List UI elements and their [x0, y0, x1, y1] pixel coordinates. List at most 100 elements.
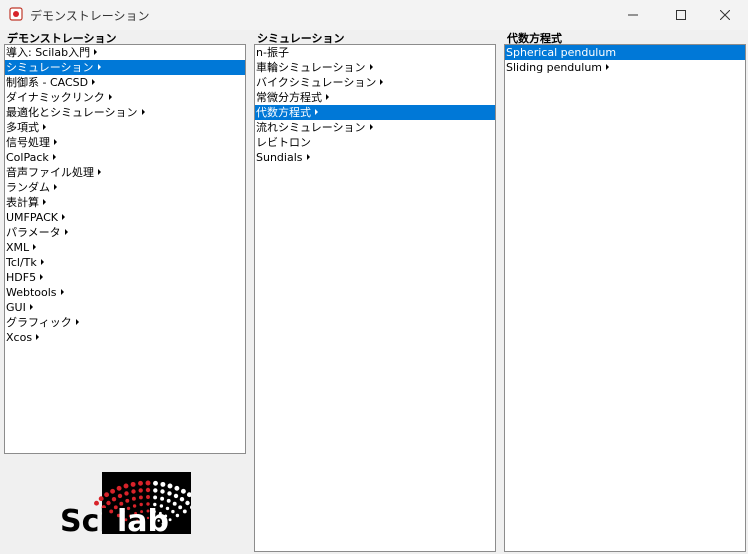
list-item[interactable]: ColPack [5, 150, 245, 165]
logo-dot [131, 489, 136, 494]
list-item-label: ダイナミックリンク [6, 91, 105, 104]
simulation-list[interactable]: n-振子 車輪シミュレーション バイクシミュレーション 常微分方程式 代数方程式 流れシミ… [254, 44, 496, 552]
list-item-label: 音声ファイル処理 [6, 166, 94, 179]
list-item-label: UMFPACK [6, 211, 59, 224]
list-item[interactable]: Sundials [255, 150, 495, 165]
list-item[interactable]: Sliding pendulum [505, 60, 745, 75]
list-item-label: XML [6, 241, 30, 254]
list-item[interactable]: n-振子 [255, 45, 495, 60]
submenu-arrow-icon [64, 229, 68, 235]
list-item-label: 導入: Scilab入門 [6, 46, 91, 59]
list-item-label: Spherical pendulum [506, 46, 617, 59]
logo-dot [116, 485, 122, 491]
list-item[interactable]: パラメータ [5, 225, 245, 240]
minimize-icon [628, 14, 638, 16]
list-item[interactable]: ランダム [5, 180, 245, 195]
list-item-label: 常微分方程式 [256, 91, 322, 104]
list-item[interactable]: Xcos [5, 330, 245, 345]
logo-dot [146, 495, 150, 499]
submenu-arrow-icon [606, 64, 610, 70]
logo-dot [153, 488, 158, 493]
list-item-label: 流れシミュレーション [256, 121, 366, 134]
list-item-label: ColPack [6, 151, 49, 164]
logo-dot [166, 498, 171, 503]
submenu-arrow-icon [54, 139, 57, 145]
list-item-label: パラメータ [6, 226, 61, 239]
maximize-button[interactable] [658, 0, 704, 30]
list-item-label: バイクシミュレーション [256, 76, 377, 89]
list-item[interactable]: HDF5 [5, 270, 245, 285]
logo-dot [173, 493, 179, 499]
list-item[interactable]: 導入: Scilab入門 [5, 45, 245, 60]
list-item-label: 制御系 - CACSD [6, 76, 89, 89]
logo-dot [182, 509, 187, 514]
submenu-arrow-icon [43, 199, 46, 205]
list-item[interactable]: 表計算 [5, 195, 245, 210]
logo-dot [167, 483, 173, 489]
submenu-arrow-icon [369, 124, 373, 130]
list-item[interactable]: 信号処理 [5, 135, 245, 150]
submenu-arrow-icon [326, 94, 329, 100]
list-item-label: GUI [6, 301, 26, 314]
logo-dot [175, 513, 180, 518]
list-item[interactable]: Webtools [5, 285, 245, 300]
list-item-label: 車輪シミュレーション [256, 61, 366, 74]
list-item[interactable]: 流れシミュレーション [255, 120, 495, 135]
logo-dot [138, 480, 143, 486]
list-item[interactable]: Tcl/Tk [5, 255, 245, 270]
submenu-arrow-icon [108, 94, 112, 100]
list-item-label: Sundials [256, 151, 303, 164]
title-bar: デモンストレーション [0, 0, 748, 30]
list-item[interactable]: Spherical pendulum [505, 45, 745, 60]
logo-dot [123, 483, 129, 489]
submenu-arrow-icon [141, 109, 145, 115]
list-item-label: 最適化とシミュレーション [6, 106, 138, 119]
list-item[interactable]: UMFPACK [5, 210, 245, 225]
list-item[interactable]: GUI [5, 300, 245, 315]
list-item[interactable]: 常微分方程式 [255, 90, 495, 105]
logo-dot [125, 498, 130, 503]
submenu-arrow-icon [33, 244, 37, 250]
submenu-arrow-icon [97, 64, 101, 70]
submenu-arrow-icon [52, 154, 56, 160]
scilab-app-icon [9, 7, 23, 21]
list-item-label: シミュレーション [6, 61, 94, 74]
logo-dot [171, 509, 175, 514]
logo-dot [145, 480, 151, 486]
logo-dot [168, 518, 172, 522]
window-title: デモンストレーション [30, 9, 150, 23]
logo-dot [153, 495, 158, 500]
list-item[interactable]: XML [5, 240, 245, 255]
list-item-label: Sliding pendulum [506, 61, 603, 74]
list-item[interactable]: 制御系 - CACSD [5, 75, 245, 90]
logo-dot [117, 493, 123, 499]
submenu-arrow-icon [92, 79, 96, 85]
demos-list[interactable]: 導入: Scilab入門 シミュレーション 制御系 - CACSD ダイナミックリンク… [4, 44, 246, 454]
submenu-arrow-icon [94, 49, 98, 55]
list-item[interactable]: 多項式 [5, 120, 245, 135]
minimize-button[interactable] [610, 0, 656, 30]
algebraic-equations-list[interactable]: Spherical pendulum Sliding pendulum [504, 44, 746, 552]
close-icon [720, 10, 730, 20]
list-item[interactable]: ダイナミックリンク [5, 90, 245, 105]
logo-dot [179, 497, 185, 502]
list-item[interactable]: 車輪シミュレーション [255, 60, 495, 75]
list-item-label: レビトロン [256, 136, 311, 149]
submenu-arrow-icon [75, 319, 79, 325]
logo-dot [145, 487, 151, 493]
logo-dot [138, 495, 143, 500]
list-item[interactable]: バイクシミュレーション [255, 75, 495, 90]
list-item[interactable]: シミュレーション [5, 60, 245, 75]
logo-dot [172, 501, 177, 506]
list-item[interactable]: レビトロン [255, 135, 495, 150]
list-item[interactable]: 代数方程式 [255, 105, 495, 120]
submenu-arrow-icon [54, 184, 57, 190]
submenu-arrow-icon [306, 154, 310, 160]
close-button[interactable] [702, 0, 748, 30]
list-item[interactable]: 音声ファイル処理 [5, 165, 245, 180]
list-item[interactable]: グラフィック [5, 315, 245, 330]
logo-dot [153, 480, 158, 486]
list-item[interactable]: 最適化とシミュレーション [5, 105, 245, 120]
submenu-arrow-icon [60, 289, 64, 295]
logo-dot [131, 496, 136, 501]
